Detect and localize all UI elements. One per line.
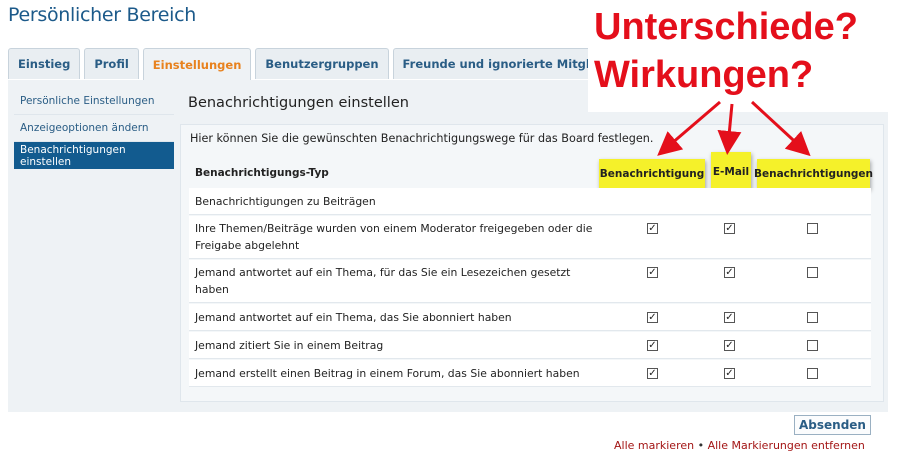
arrow-to-notification-icon: [657, 100, 721, 156]
link-separator: •: [697, 439, 708, 452]
submit-button[interactable]: Absenden: [794, 415, 871, 435]
mark-all-link[interactable]: Alle markieren: [614, 439, 694, 452]
unmark-all-link[interactable]: Alle Markierungen entfernen: [708, 439, 865, 452]
mark-links: Alle markieren • Alle Markierungen entfe…: [614, 439, 865, 452]
arrow-to-email-icon: [717, 103, 742, 155]
annotation-arrows: [657, 100, 811, 157]
arrow-to-notifications-icon: [750, 100, 811, 157]
